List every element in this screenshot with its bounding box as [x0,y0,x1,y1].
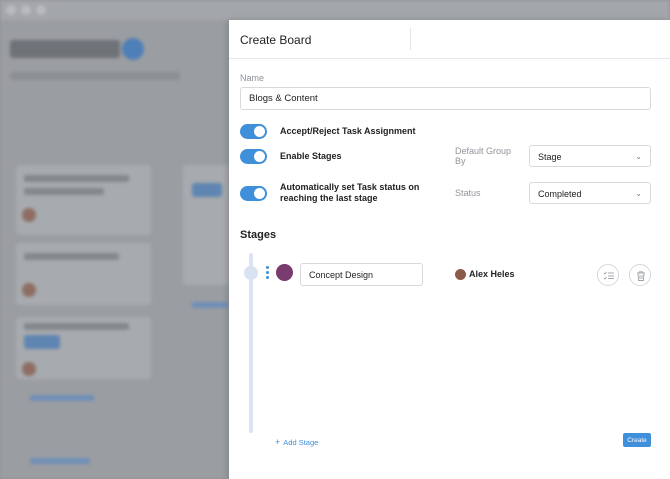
stage-color-picker[interactable] [276,264,293,281]
panel-title: Create Board [240,33,312,47]
name-label: Name [240,73,265,83]
default-group-select[interactable]: Stage ⌄ [529,145,651,167]
background-line [24,188,104,195]
delete-stage-button[interactable] [629,264,651,286]
background-link [30,395,94,401]
create-button[interactable]: Create [623,433,651,447]
trash-icon [637,271,645,281]
header-divider [410,28,411,50]
background-subtitle [10,72,180,80]
background-chip [24,335,60,349]
background-avatar [22,283,36,297]
chevron-down-icon: ⌄ [635,189,642,198]
stage-timeline-node [244,266,258,280]
stage-name-input[interactable] [300,263,423,286]
stages-heading: Stages [240,229,277,241]
window-minimize-icon [21,5,31,15]
background-avatar [22,208,36,222]
avatar [455,269,466,280]
enable-stages-toggle[interactable] [240,149,267,164]
auto-status-label: Automatically set Task status on reachin… [280,182,420,203]
stage-assignee-name[interactable]: Alex Heles [469,269,515,279]
panel-header: Create Board [229,20,670,59]
drag-handle-icon[interactable] [266,266,270,282]
background-avatar [22,362,36,376]
add-stage-label: Add Stage [283,438,319,447]
accept-reject-toggle[interactable] [240,124,267,139]
checklist-icon [603,271,614,280]
background-link [192,302,228,308]
window-zoom-icon [36,5,46,15]
chevron-down-icon: ⌄ [635,152,642,161]
default-group-label: Default Group By [455,146,512,166]
checklist-button[interactable] [597,264,619,286]
window-close-icon [6,5,16,15]
add-stage-link[interactable]: + Add Stage [275,437,318,447]
background-line [24,253,119,260]
background-line [24,323,129,330]
board-name-input[interactable] [240,87,651,110]
plus-icon: + [275,437,281,447]
default-group-value: Stage [538,152,562,162]
background-line [24,175,129,182]
background-link [30,458,90,464]
background-heading [10,40,120,58]
auto-status-toggle[interactable] [240,186,267,201]
status-label: Status [455,188,481,198]
enable-stages-label: Enable Stages [280,151,342,161]
accept-reject-label: Accept/Reject Task Assignment [280,126,416,136]
status-select[interactable]: Completed ⌄ [529,182,651,204]
create-board-panel: Create Board Name Accept/Reject Task Ass… [229,20,670,479]
background-badge [122,38,144,60]
window-titlebar [0,0,670,20]
stage-timeline-rail [249,253,253,433]
background-chip [192,183,222,197]
status-value: Completed [538,189,582,199]
